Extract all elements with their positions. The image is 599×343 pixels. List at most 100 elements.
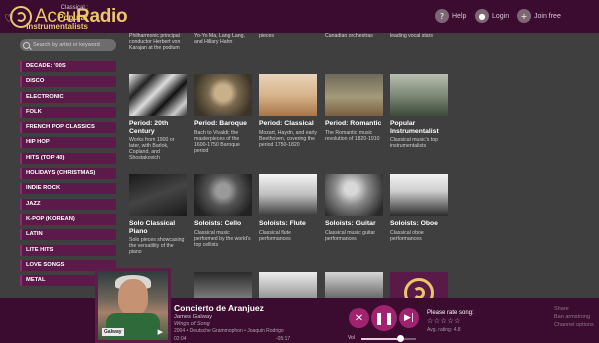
channel-image (325, 174, 383, 216)
channel-desc: Bach to Vivaldi; the masterpieces of the… (194, 129, 240, 154)
login-link[interactable]: ● Login (475, 8, 509, 24)
time-remaining: -05:17 (276, 336, 291, 342)
header-bar: AccuRadio ? Help ● Login + Join free (0, 0, 599, 33)
channel-desc: Solo pieces showcasing the versatility o… (129, 237, 185, 256)
genre-item-hip-hop[interactable]: HIP HOP (20, 137, 116, 149)
album-art: Galway ▶ (98, 271, 168, 340)
channel-tile[interactable]: Period: 20th Century Works from 1900 or … (129, 74, 187, 161)
channel-tile[interactable]: Soloists: Guitar Classical music guitar … (325, 174, 383, 242)
tile-fragment-desc: Yo-Yo Ma, Lang Lang, and Hillary Hahn (194, 33, 245, 45)
artist-name[interactable]: James Galway (174, 314, 212, 320)
channel-title: Soloists: Flute (259, 220, 306, 227)
channel-title: Soloists: Guitar (325, 220, 376, 227)
channel-tile[interactable]: Soloists: Oboe Classical oboe performanc… (390, 174, 448, 242)
skip-back-button[interactable]: ✕ (349, 308, 369, 328)
volume-knob[interactable] (396, 335, 404, 342)
channel-desc: Classical music's top instrumentalists (390, 137, 438, 150)
user-icon: ● (475, 9, 489, 23)
genre-item-indie-rock[interactable]: INDIE ROCK (20, 183, 116, 195)
channel-desc: Classical music performed by the world's… (194, 229, 251, 248)
channel-desc: Classical flute performances (259, 229, 292, 242)
login-label: Login (492, 12, 510, 20)
search-icon (23, 41, 30, 49)
channel-title: Popular Instrumentalist (390, 120, 439, 135)
genre-item-jazz[interactable]: JAZZ (20, 198, 116, 210)
channel-image (390, 74, 448, 116)
skip-icon: ▶| (404, 313, 414, 323)
channel-image (259, 74, 317, 116)
help-icon: ? (435, 9, 449, 23)
channel-desc: The Romantic music revolution of 1820-19… (325, 129, 380, 142)
channel-desc: Classical music guitar performances (325, 229, 376, 242)
channel-title: Soloists: Oboe (390, 220, 438, 227)
genre-item-folk[interactable]: FOLK (20, 106, 116, 118)
share-link[interactable]: Share (554, 305, 594, 313)
channel-tile[interactable]: Soloists: Cello Classical music performe… (194, 174, 252, 248)
tile-fragment-desc: Philharmonic principal conductor Herbert… (129, 33, 181, 51)
channel-title: Period: Classical (259, 120, 314, 127)
channel-tile[interactable]: Solo Classical Piano Solo pieces showcas… (129, 174, 187, 255)
channel-tile[interactable]: Popular Instrumentalist Classical music'… (390, 74, 448, 149)
volume-fill (361, 338, 400, 340)
volume-slider[interactable] (361, 338, 416, 340)
search-box[interactable] (20, 39, 116, 51)
album-info: 2004 • Deutsche Grammophon • Joaquin Rod… (174, 328, 284, 334)
genre-item-electronic[interactable]: ELECTRONIC (20, 91, 116, 103)
channel-tile[interactable]: Period: Classical Mozart, Haydn, and ear… (259, 74, 317, 148)
album-art-frame[interactable]: Galway ▶ (95, 268, 171, 343)
avg-rating: Avg. rating: 4.8 (427, 327, 461, 333)
shuffle-icon: ✕ (354, 312, 364, 324)
join-link[interactable]: + Join free (517, 8, 561, 24)
channel-tile[interactable]: Period: Romantic The Romantic music revo… (325, 74, 383, 142)
genre-item-kpop[interactable]: K-POP (KOREAN) (20, 213, 116, 225)
channel-desc: Works from 1900 or later, with Barlok, C… (129, 137, 175, 162)
genre-item-disco[interactable]: DISCO (20, 76, 116, 88)
skip-forward-button[interactable]: ▶| (399, 308, 419, 328)
app-root: AccuRadio ? Help ● Login + Join free DEC… (0, 0, 599, 343)
add-user-icon: + (517, 9, 531, 23)
genre-list: DECADE: '00S DISCO ELECTRONIC FOLK FRENC… (20, 61, 116, 290)
channel-image (194, 174, 252, 216)
join-label: Join free (534, 12, 561, 20)
play-icon: ▶ (157, 329, 163, 336)
tile-fragment-desc: Canadian orchestras (325, 33, 373, 39)
help-label: Help (452, 12, 467, 20)
channel-category: Classical : (60, 5, 88, 11)
song-title: Concierto de Aranjuez (174, 303, 264, 313)
genre-item-decade-00s[interactable]: DECADE: '00S (20, 61, 116, 72)
genre-item-lite-hits[interactable]: LITE HITS (20, 244, 116, 256)
genre-item-hits[interactable]: HITS (TOP 40) (20, 152, 116, 164)
channel-image (194, 74, 252, 116)
channel-name[interactable]: Popular Instrumentalists (10, 13, 88, 31)
ban-artist-link[interactable]: Ban armstrong (554, 313, 594, 321)
tile-fragment-desc: pieces (259, 33, 274, 39)
channel-image (129, 74, 187, 116)
channel-title: Period: Romantic (325, 120, 382, 127)
search-input[interactable] (33, 42, 115, 48)
genre-item-french-pop[interactable]: FRENCH POP CLASSICS (20, 122, 116, 134)
rate-label: Please rate song: (427, 310, 474, 316)
pause-button[interactable]: ❚❚ (371, 305, 397, 331)
genre-item-holidays[interactable]: HOLIDAYS (CHRISTMAS) (20, 168, 116, 180)
genre-item-latin[interactable]: LATIN (20, 229, 116, 241)
volume-label: Vol (348, 335, 355, 341)
channel-options-link[interactable]: Channel options (554, 321, 594, 329)
channel-title: Solo Classical Piano (129, 220, 176, 235)
player-bar (0, 298, 599, 343)
channel-desc: Mozart, Haydn, and early Beethoven, cove… (259, 129, 317, 148)
channel-image (259, 174, 317, 216)
tile-fragment-desc: leading vocal stars (390, 33, 433, 39)
pause-icon: ❚❚ (373, 311, 395, 325)
channel-image (325, 74, 383, 116)
rating-stars[interactable]: ☆☆☆☆☆ (427, 317, 461, 325)
album-tag: Galway (102, 328, 124, 336)
channel-tile[interactable]: Soloists: Flute Classical flute performa… (259, 174, 317, 242)
channel-tile[interactable]: Period: Baroque Bach to Vivaldi; the mas… (194, 74, 252, 154)
channel-desc: Classical oboe performances (390, 229, 424, 242)
time-current: 02:04 (174, 336, 187, 342)
album-name: Wings of Song (174, 321, 210, 327)
channel-image (129, 174, 187, 216)
channel-image (390, 174, 448, 216)
help-link[interactable]: ? Help (435, 8, 466, 24)
player-side-links: Share Ban armstrong Channel options (554, 305, 594, 329)
